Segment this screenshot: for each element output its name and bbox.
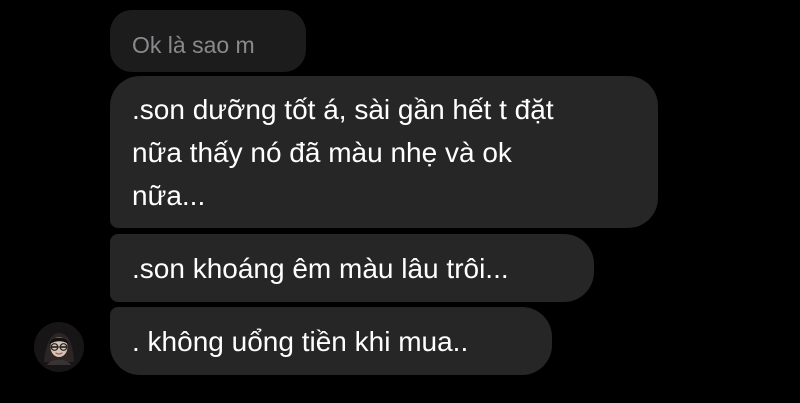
message-bubble[interactable]: . không uổng tiền khi mua.. bbox=[110, 307, 552, 375]
message-line: .son dưỡng tốt á, sài gần hết t đặt bbox=[132, 94, 554, 125]
reply-preview-bubble[interactable]: Ok là sao m bbox=[110, 10, 306, 72]
message-bubble[interactable]: .son dưỡng tốt á, sài gần hết t đặt nữa … bbox=[110, 76, 658, 228]
chat-thread: Ok là sao m .son dưỡng tốt á, sài gần hế… bbox=[0, 0, 800, 403]
avatar-portrait-icon bbox=[34, 322, 84, 372]
avatar-icon[interactable] bbox=[34, 322, 84, 372]
message-bubble[interactable]: .son khoáng êm màu lâu trôi... bbox=[110, 234, 594, 302]
message-line: nữa... bbox=[132, 180, 206, 211]
message-line: nữa thấy nó đã màu nhẹ và ok bbox=[132, 137, 512, 168]
message-line: . không uổng tiền khi mua.. bbox=[132, 326, 469, 357]
message-line: .son khoáng êm màu lâu trôi... bbox=[132, 253, 509, 284]
